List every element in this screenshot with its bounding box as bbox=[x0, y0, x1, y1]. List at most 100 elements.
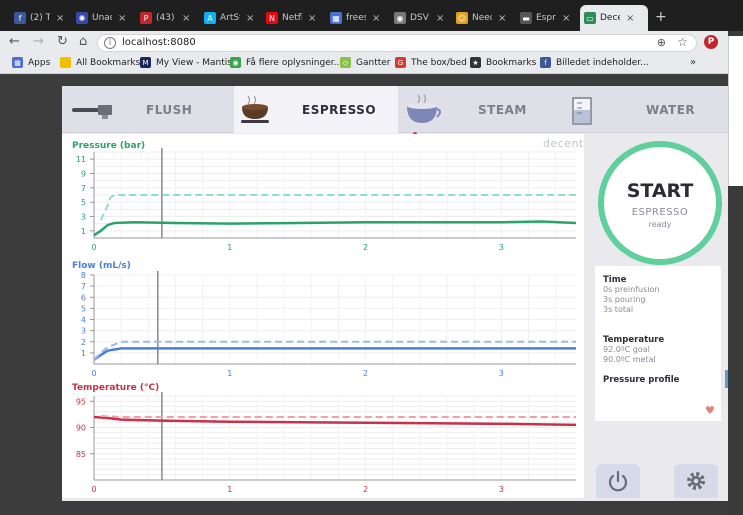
forward-icon[interactable]: → bbox=[33, 35, 44, 49]
y-tick-label: 3 bbox=[81, 327, 86, 336]
x-tick-label: 1 bbox=[227, 243, 232, 252]
close-tab-icon[interactable]: × bbox=[436, 13, 444, 24]
close-tab-icon[interactable]: × bbox=[498, 13, 506, 24]
x-tick-label: 2 bbox=[363, 369, 368, 378]
tab-flush[interactable]: FLUSH bbox=[62, 86, 234, 133]
profile-title: Pressure profile bbox=[603, 375, 680, 385]
tab-title: (2) Tl bbox=[30, 13, 50, 23]
temperature-line: 90.0ºC metal bbox=[603, 355, 656, 364]
tab-title: Unaci bbox=[92, 13, 112, 23]
pinterest-extension-icon[interactable]: P bbox=[704, 35, 718, 49]
browser-tabstrip: f (2) Tl × ✺ Unaci × P (43) P × A ArtSt × N Netfl × ▦ fr… bbox=[0, 0, 743, 31]
back-icon[interactable]: ← bbox=[9, 35, 20, 49]
chart-title: Flow (mL/s) bbox=[72, 261, 131, 271]
mantis-icon: M bbox=[140, 57, 151, 68]
bookmark-label: Billedet indeholder... bbox=[556, 57, 649, 68]
tab-title: Need bbox=[472, 13, 492, 23]
browser-tab[interactable]: ☺ Need × bbox=[452, 5, 512, 31]
bookmark-item[interactable]: f Billedet indeholder... bbox=[540, 57, 649, 68]
new-tab-button[interactable]: + bbox=[655, 9, 667, 25]
tab-label: ESPRESSO bbox=[302, 102, 377, 117]
facebook-icon: f bbox=[540, 57, 551, 68]
browser-tab[interactable]: ▦ frees × bbox=[326, 5, 386, 31]
start-button[interactable]: START ESPRESSO ready bbox=[598, 141, 722, 265]
temperature-title: Temperature bbox=[603, 335, 665, 345]
water-jug-icon bbox=[572, 96, 592, 125]
close-tab-icon[interactable]: × bbox=[56, 13, 64, 24]
zoom-icon[interactable]: ⊕ bbox=[657, 36, 666, 49]
close-tab-icon[interactable]: × bbox=[118, 13, 126, 24]
browser-navbar: ← → ↻ ⌂ i localhost:8080 ⊕ ☆ P bbox=[0, 31, 728, 54]
planet-icon: ✺ bbox=[76, 12, 88, 24]
start-status: ready bbox=[648, 220, 672, 229]
tab-steam[interactable]: STEAM bbox=[398, 86, 548, 133]
tab-water[interactable]: WATER bbox=[548, 86, 728, 133]
heart-icon[interactable]: ♥ bbox=[705, 404, 715, 417]
browser-tab[interactable]: ✺ Unaci × bbox=[72, 5, 132, 31]
bookmark-star-icon[interactable]: ☆ bbox=[677, 35, 688, 49]
bookmark-item[interactable]: ★ Bookmarks bbox=[470, 57, 536, 68]
bookmark-item[interactable]: All Bookmarks bbox=[60, 57, 140, 68]
browser-tab[interactable]: ▬ Espre × bbox=[516, 5, 576, 31]
tab-title: ArtSt bbox=[220, 13, 240, 23]
bookmark-label: All Bookmarks bbox=[76, 57, 141, 68]
close-tab-icon[interactable]: × bbox=[308, 13, 316, 24]
smiley-icon: ☺ bbox=[456, 12, 468, 24]
power-button[interactable] bbox=[596, 464, 640, 498]
y-tick-label: 90 bbox=[76, 424, 86, 433]
time-line: 3s pouring bbox=[603, 295, 646, 304]
bookmark-label: Få flere oplysninger... bbox=[246, 57, 343, 68]
bookmark-item[interactable]: ◉ Få flere oplysninger... bbox=[230, 57, 342, 68]
chrome-icon: ◉ bbox=[230, 57, 241, 68]
bookmark-item[interactable]: M My View - Mantis bbox=[140, 57, 232, 68]
browser-tab[interactable]: ▭ Dece × bbox=[580, 5, 648, 31]
bookmarks-bar: » ▦ Apps All Bookmarks M My View - Mantis ◉ Få… bbox=[0, 54, 728, 74]
bookmark-item[interactable]: ▦ Apps bbox=[12, 57, 50, 68]
y-tick-label: 1 bbox=[81, 227, 86, 236]
time-title: Time bbox=[603, 275, 627, 285]
shot-info-card: Time 0s preinfusion 3s pouring 3s total … bbox=[595, 266, 721, 421]
x-tick-label: 0 bbox=[91, 243, 96, 252]
extension-popup bbox=[728, 36, 743, 186]
close-tab-icon[interactable]: × bbox=[562, 13, 570, 24]
bookmark-label: Apps bbox=[28, 57, 51, 68]
reload-icon[interactable]: ↻ bbox=[57, 35, 68, 49]
y-tick-label: 8 bbox=[81, 271, 86, 280]
x-tick-label: 3 bbox=[499, 243, 504, 252]
globe-icon: ◉ bbox=[394, 12, 406, 24]
bookmarks-overflow-button[interactable]: » bbox=[690, 57, 696, 68]
site-info-icon[interactable]: i bbox=[104, 37, 116, 49]
home-icon[interactable]: ⌂ bbox=[79, 35, 87, 49]
x-tick-label: 3 bbox=[499, 369, 504, 378]
y-tick-label: 4 bbox=[81, 316, 86, 325]
x-tick-label: 1 bbox=[227, 485, 232, 494]
bookmark-item[interactable]: G The box/bed bbox=[395, 57, 467, 68]
browser-tab[interactable]: A ArtSt × bbox=[200, 5, 260, 31]
charts-panel: decent Pressure (bar) 1 3 5 7 9 11 0 1 2 3 Flow (mL… bbox=[62, 134, 584, 498]
close-tab-icon[interactable]: × bbox=[182, 13, 190, 24]
x-tick-label: 1 bbox=[227, 369, 232, 378]
browser-tab[interactable]: P (43) P × bbox=[136, 5, 196, 31]
bookmark-item[interactable]: ◇ Gantter bbox=[340, 57, 391, 68]
scrollbar-thumb[interactable] bbox=[725, 370, 728, 388]
url-text[interactable]: localhost:8080 bbox=[122, 37, 196, 48]
tab-espresso[interactable]: ESPRESSO bbox=[234, 86, 398, 133]
address-bar[interactable]: i localhost:8080 ⊕ ☆ bbox=[97, 34, 697, 52]
bookmark-label: Bookmarks bbox=[486, 57, 537, 68]
netflix-icon: N bbox=[266, 12, 278, 24]
close-tab-icon[interactable]: × bbox=[246, 13, 254, 24]
browser-tab[interactable]: N Netfl × bbox=[262, 5, 322, 31]
y-tick-label: 7 bbox=[81, 184, 86, 193]
bookmark-label: The box/bed bbox=[411, 57, 467, 68]
artstation-icon: A bbox=[204, 12, 216, 24]
apps-icon: ▦ bbox=[12, 57, 23, 68]
power-icon bbox=[608, 470, 628, 492]
browser-tab[interactable]: f (2) Tl × bbox=[10, 5, 70, 31]
close-tab-icon[interactable]: × bbox=[372, 13, 380, 24]
y-tick-label: 3 bbox=[81, 213, 86, 222]
close-tab-icon[interactable]: × bbox=[626, 13, 634, 24]
y-tick-label: 85 bbox=[76, 450, 86, 459]
browser-tab[interactable]: ◉ DSV × bbox=[390, 5, 450, 31]
settings-button[interactable] bbox=[674, 464, 718, 498]
page-icon: ▬ bbox=[520, 12, 532, 24]
